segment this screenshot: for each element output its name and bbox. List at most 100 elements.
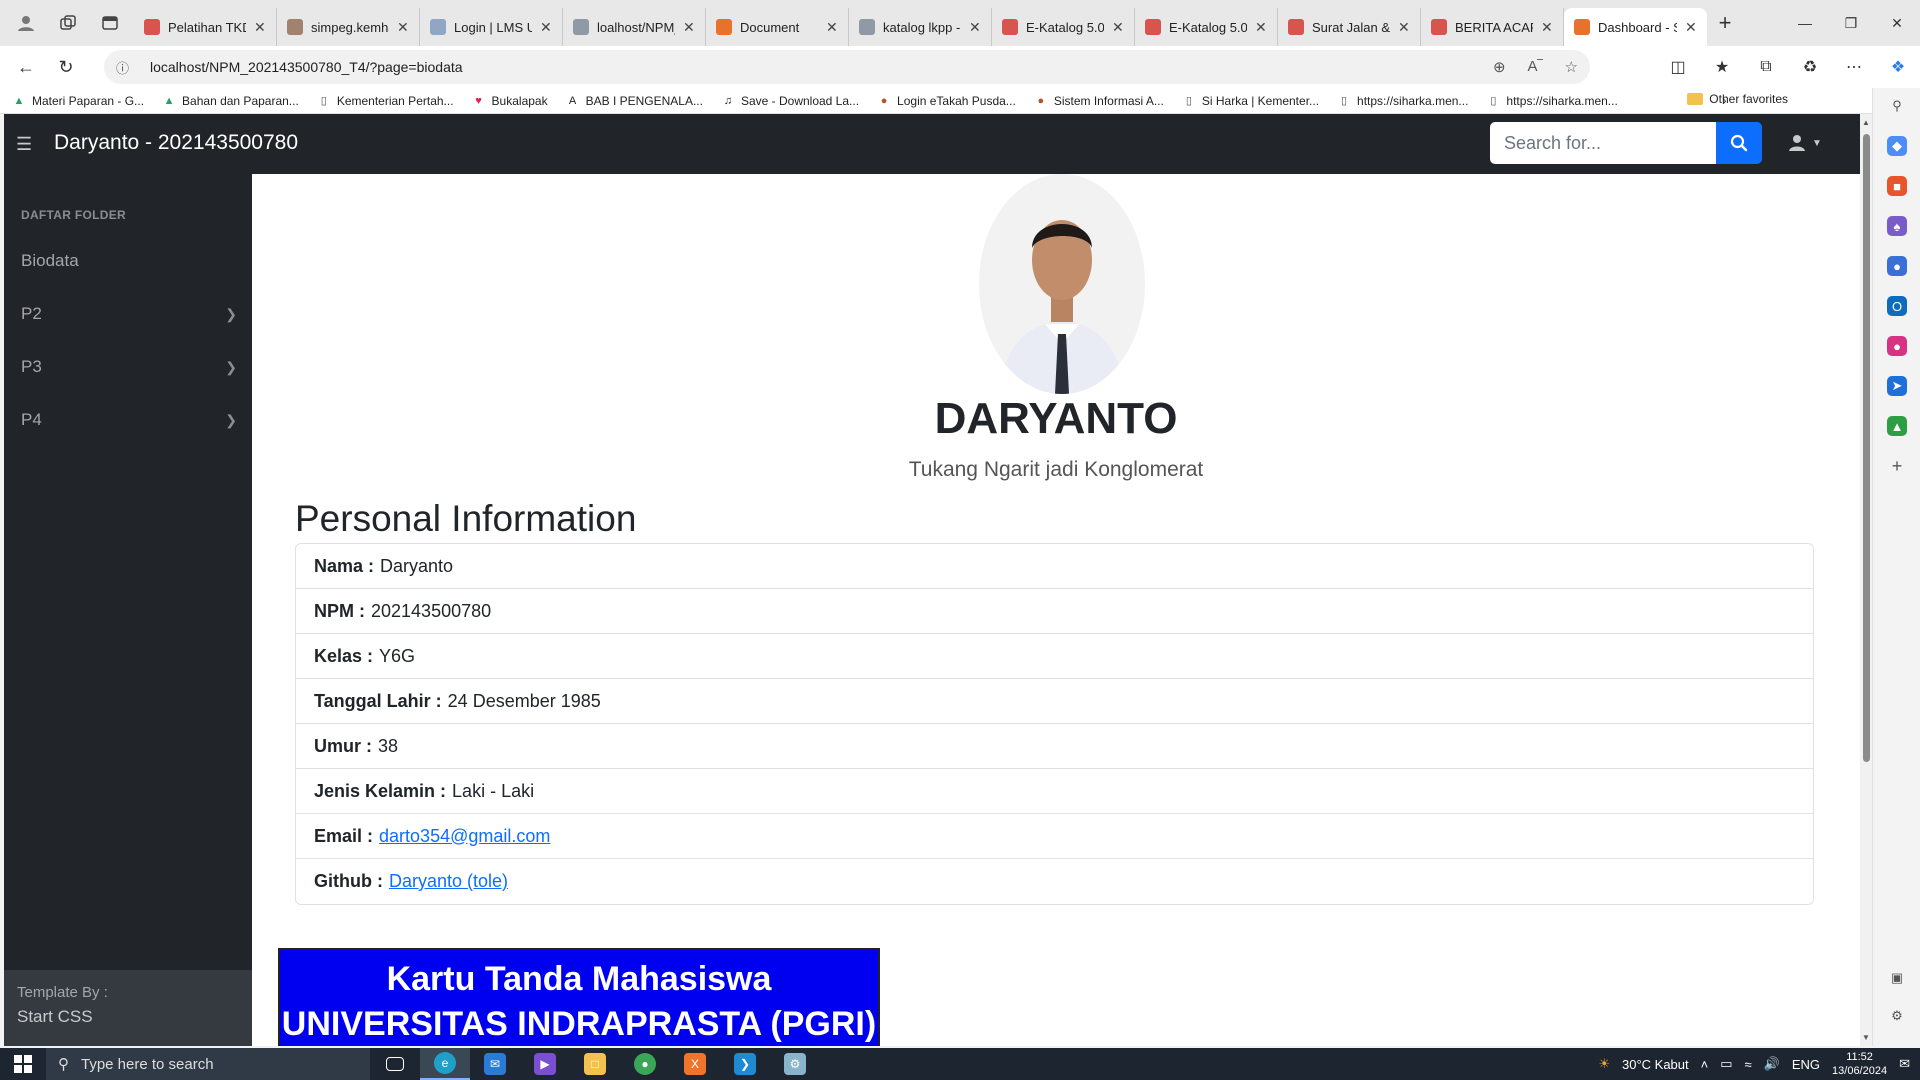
new-tab-button[interactable]: + [1707, 6, 1743, 40]
search-input[interactable] [1490, 122, 1716, 164]
browser-tab[interactable]: E-Katalog 5.0 ✕ [992, 8, 1135, 46]
email-link[interactable]: darto354@gmail.com [379, 826, 550, 847]
close-tab-icon[interactable]: ✕ [397, 19, 409, 36]
scrollbar-thumb[interactable] [1863, 134, 1870, 762]
restore-icon[interactable]: ❐ [1828, 0, 1874, 46]
navbar-brand[interactable]: Daryanto - 202143500780 [54, 131, 298, 155]
taskbar-search[interactable]: ⚲ Type here to search [46, 1048, 370, 1080]
collections-icon[interactable]: ⧉ [1744, 49, 1788, 85]
browser-tab[interactable]: katalog lkpp - ✕ [849, 8, 992, 46]
bookmark-item[interactable]: ♥ Bukalapak [472, 94, 547, 108]
search-icon[interactable]: ⚲ [1887, 96, 1907, 116]
close-tab-icon[interactable]: ✕ [1255, 19, 1267, 36]
browser-tab[interactable]: Pelatihan TKDN ✕ [134, 8, 277, 46]
tool-app-icon[interactable]: ⚙ [770, 1048, 820, 1080]
chrome-app-icon[interactable]: ● [620, 1048, 670, 1080]
other-favorites[interactable]: Other favorites [1687, 92, 1788, 106]
browser-tab[interactable]: Dashboard - S ✕ [1564, 8, 1707, 46]
bookmark-item[interactable]: ▲ Materi Paparan - G... [12, 94, 145, 108]
github-link[interactable]: Daryanto (tole) [389, 871, 508, 892]
windows-start-icon[interactable] [0, 1048, 46, 1080]
games-icon[interactable]: ♠ [1887, 216, 1907, 236]
send-icon[interactable]: ➤ [1887, 376, 1907, 396]
vscode-app-icon[interactable]: ❯ [720, 1048, 770, 1080]
browser-tab[interactable]: Login | LMS UN ✕ [420, 8, 563, 46]
profile-icon[interactable] [6, 6, 46, 40]
mail-app-icon[interactable]: ✉ [470, 1048, 520, 1080]
favorites-icon[interactable]: ★ [1700, 49, 1744, 85]
shopping-icon[interactable]: ◆ [1887, 136, 1907, 156]
office-icon[interactable]: ● [1887, 256, 1907, 276]
refresh-icon[interactable]: ↻ [46, 49, 86, 85]
bookmark-item[interactable]: ▯ Kementerian Pertah... [317, 94, 454, 108]
edge-app-icon[interactable]: e [420, 1048, 470, 1080]
add-icon[interactable]: + [1887, 456, 1907, 476]
close-tab-icon[interactable]: ✕ [1398, 19, 1410, 36]
sidebar-item-biodata[interactable]: Biodata [21, 246, 237, 276]
designer-icon[interactable]: ● [1887, 336, 1907, 356]
volume-icon[interactable]: 🔊 [1764, 1056, 1780, 1072]
outlook-icon[interactable]: O [1887, 296, 1907, 316]
browser-tab[interactable]: E-Katalog 5.0 ✕ [1135, 8, 1278, 46]
tab-actions-icon[interactable] [90, 6, 130, 40]
sidebar-item-p4[interactable]: P4 ❯ [21, 405, 237, 435]
bookmark-item[interactable]: ▯ Si Harka | Kementer... [1182, 94, 1319, 108]
task-view-icon[interactable] [370, 1048, 420, 1080]
media-app-icon[interactable]: ▶ [520, 1048, 570, 1080]
bookmark-item[interactable]: A BAB I PENGENALA... [566, 94, 703, 108]
scroll-down-icon[interactable]: ▼ [1862, 1033, 1870, 1042]
screenshot-icon[interactable]: ▣ [1887, 968, 1907, 988]
close-tab-icon[interactable]: ✕ [1685, 19, 1697, 36]
network-icon[interactable]: ≈ [1745, 1057, 1752, 1072]
browser-tab[interactable]: loalhost/NPM_ ✕ [563, 8, 706, 46]
close-tab-icon[interactable]: ✕ [540, 19, 552, 36]
bookmark-item[interactable]: ▯ https://siharka.men... [1486, 94, 1617, 108]
browser-tab[interactable]: Document ✕ [706, 8, 849, 46]
copilot-icon[interactable]: ❖ [1876, 49, 1920, 85]
close-tab-icon[interactable]: ✕ [1541, 19, 1553, 36]
clock[interactable]: 11:52 13/06/2024 [1832, 1050, 1887, 1078]
browser-tab[interactable]: simpeg.kemhan ✕ [277, 8, 420, 46]
language-indicator[interactable]: ENG [1792, 1057, 1820, 1072]
extensions-icon[interactable]: ♻ [1788, 49, 1832, 85]
xampp-app-icon[interactable]: X [670, 1048, 720, 1080]
site-info-icon[interactable]: ⓘ [116, 58, 136, 77]
read-aloud-icon[interactable]: A‾ [1528, 58, 1543, 76]
close-tab-icon[interactable]: ✕ [969, 19, 981, 36]
split-screen-icon[interactable]: ◫ [1656, 49, 1700, 85]
workspaces-icon[interactable] [48, 6, 88, 40]
more-menu-icon[interactable]: ⋯ [1832, 49, 1876, 85]
tree-icon[interactable]: ▲ [1887, 416, 1907, 436]
sidebar-item-p2[interactable]: P2 ❯ [21, 299, 237, 329]
battery-icon[interactable]: ▭ [1720, 1056, 1732, 1072]
browser-tab[interactable]: Surat Jalan & c ✕ [1278, 8, 1421, 46]
close-tab-icon[interactable]: ✕ [1112, 19, 1124, 36]
favorite-star-icon[interactable]: ☆ [1565, 58, 1578, 76]
close-tab-icon[interactable]: ✕ [683, 19, 695, 36]
tray-chevron-up-icon[interactable]: ˄ [1701, 1057, 1709, 1072]
back-icon[interactable]: ← [6, 49, 46, 85]
close-tab-icon[interactable]: ✕ [826, 19, 838, 36]
weather-text[interactable]: 30°C Kabut [1622, 1057, 1689, 1072]
sidebar-item-p3[interactable]: P3 ❯ [21, 352, 237, 382]
tools-icon[interactable]: ■ [1887, 176, 1907, 196]
browser-tab[interactable]: BERITA ACARA ✕ [1421, 8, 1564, 46]
minimize-icon[interactable]: — [1782, 0, 1828, 46]
close-window-icon[interactable]: ✕ [1874, 0, 1920, 46]
file-explorer-icon[interactable]: □ [570, 1048, 620, 1080]
sidebar-toggle-icon[interactable]: ☰ [16, 134, 32, 155]
scroll-up-icon[interactable]: ▲ [1862, 118, 1870, 127]
search-button[interactable] [1716, 122, 1762, 164]
bookmark-item[interactable]: ● Sistem Informasi A... [1034, 94, 1163, 108]
bookmark-item[interactable]: ▯ https://siharka.men... [1337, 94, 1468, 108]
user-dropdown[interactable]: ▼ [1788, 134, 1822, 152]
bookmark-item[interactable]: ♫ Save - Download La... [721, 94, 859, 108]
url-text[interactable]: localhost/NPM_202143500780_T4/?page=biod… [150, 59, 1493, 75]
page-scrollbar[interactable]: ▲ ▼ [1860, 114, 1872, 1046]
bookmark-item[interactable]: ▲ Bahan dan Paparan... [162, 94, 299, 108]
close-tab-icon[interactable]: ✕ [254, 19, 266, 36]
notification-icon[interactable]: ✉ [1899, 1056, 1910, 1072]
settings-gear-icon[interactable]: ⚙ [1887, 1006, 1907, 1026]
bookmark-item[interactable]: ● Login eTakah Pusda... [877, 94, 1016, 108]
url-field[interactable]: ⓘ localhost/NPM_202143500780_T4/?page=bi… [104, 50, 1590, 84]
